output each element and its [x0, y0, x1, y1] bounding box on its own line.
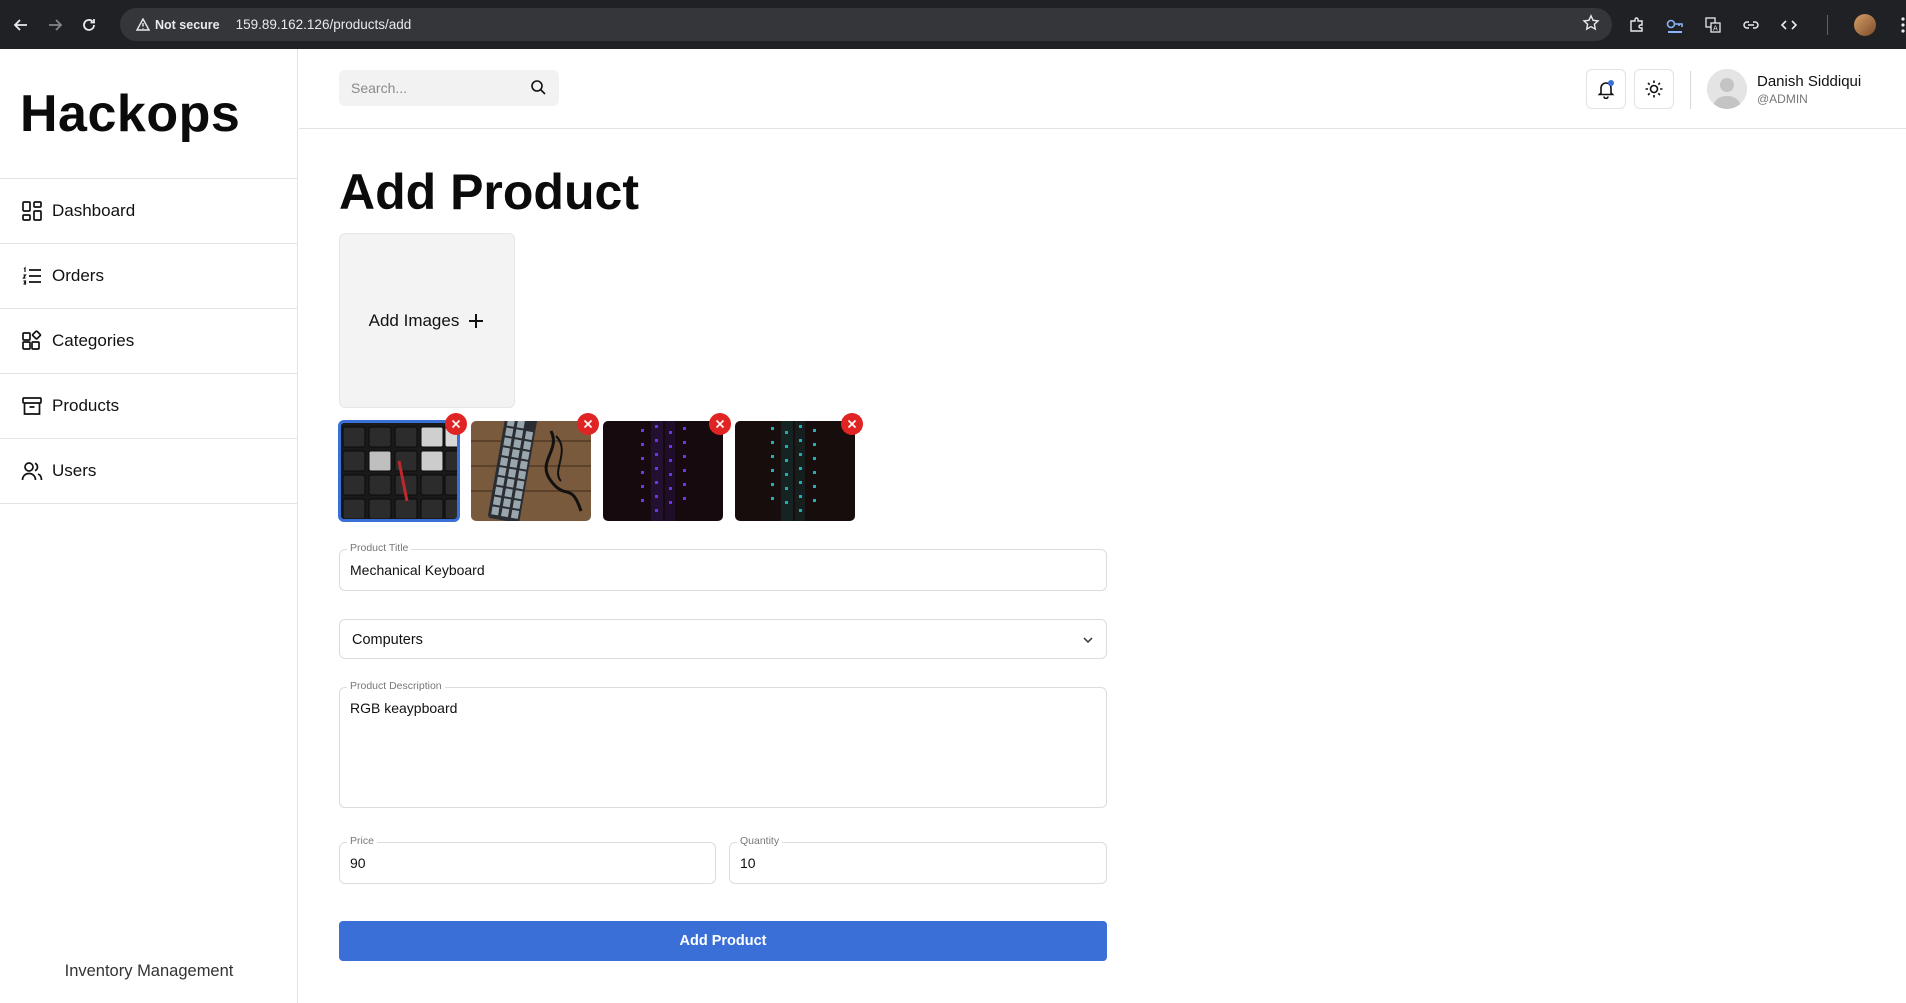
quantity-label: Quantity	[737, 835, 783, 847]
password-key-icon[interactable]	[1660, 8, 1690, 41]
sun-icon	[1645, 80, 1663, 98]
list-icon	[20, 264, 44, 288]
menu-kebab-icon[interactable]	[1888, 8, 1906, 41]
category-select[interactable]: Computers	[339, 619, 1107, 659]
user-role: @ADMIN	[1757, 91, 1808, 106]
quantity-field[interactable]: Quantity 10	[729, 835, 1107, 884]
sidebar-item-label: Categories	[52, 331, 135, 350]
user-menu[interactable]: Danish Siddiqui @ADMIN	[1707, 69, 1861, 109]
users-icon	[20, 459, 44, 483]
close-icon	[451, 419, 461, 429]
image-thumbnail[interactable]	[471, 413, 599, 521]
url-text: 159.89.162.126/products/add	[235, 17, 412, 32]
keyboard-image	[471, 421, 591, 521]
brand-logo[interactable]: Hackops	[0, 49, 297, 179]
avatar	[1707, 69, 1747, 109]
archive-box-icon	[20, 394, 44, 418]
quantity-value: 10	[740, 855, 756, 871]
remove-image-button[interactable]	[445, 413, 467, 435]
profile-avatar[interactable]	[1850, 8, 1880, 41]
extensions-puzzle-icon[interactable]	[1622, 8, 1652, 41]
warning-icon	[136, 18, 150, 31]
close-icon	[583, 419, 593, 429]
product-description-value: RGB keaypboard	[350, 700, 458, 716]
sidebar-footer: Inventory Management	[64, 962, 234, 980]
sidebar-item-categories[interactable]: Categories	[0, 309, 297, 374]
sidebar: Hackops Dashboard Orders Categories Prod…	[0, 49, 298, 1003]
product-title-label: Product Title	[347, 542, 412, 554]
product-title-value: Mechanical Keyboard	[350, 562, 485, 578]
browser-toolbar: Not secure 159.89.162.126/products/add A	[0, 0, 1906, 49]
header-divider	[1690, 71, 1691, 109]
dashboard-icon	[20, 199, 44, 223]
page-title: Add Product	[339, 164, 639, 220]
sidebar-item-label: Orders	[52, 266, 104, 285]
image-thumbnail[interactable]	[735, 413, 863, 521]
address-bar[interactable]: Not secure 159.89.162.126/products/add	[120, 8, 1612, 41]
link-icon[interactable]	[1736, 8, 1766, 41]
back-icon[interactable]	[4, 8, 38, 42]
add-product-button[interactable]: Add Product	[339, 921, 1107, 961]
remove-image-button[interactable]	[577, 413, 599, 435]
price-value: 90	[350, 855, 366, 871]
keyboard-image	[735, 421, 855, 521]
chevron-down-icon	[1082, 633, 1094, 651]
search-input[interactable]	[339, 80, 519, 96]
sidebar-item-label: Products	[52, 396, 120, 415]
sidebar-item-dashboard[interactable]: Dashboard	[0, 179, 297, 244]
notifications-button[interactable]	[1586, 69, 1626, 109]
reload-icon[interactable]	[72, 8, 106, 42]
price-label: Price	[347, 835, 377, 847]
top-header: Danish Siddiqui @ADMIN	[299, 49, 1906, 129]
theme-toggle-button[interactable]	[1634, 69, 1674, 109]
category-value: Computers	[352, 632, 423, 648]
image-thumbnail[interactable]	[603, 413, 731, 521]
sidebar-item-label: Dashboard	[52, 201, 136, 220]
svg-text:A: A	[1713, 24, 1718, 32]
close-icon	[847, 419, 857, 429]
keyboard-image	[338, 420, 460, 522]
remove-image-button[interactable]	[709, 413, 731, 435]
image-thumbnail[interactable]	[338, 413, 467, 522]
remove-image-button[interactable]	[841, 413, 863, 435]
user-name: Danish Siddiqui	[1757, 72, 1862, 90]
bell-icon	[1597, 80, 1615, 99]
search-bar	[339, 70, 559, 106]
categories-icon	[20, 329, 44, 353]
sidebar-item-label: Users	[52, 461, 97, 480]
plus-icon	[467, 308, 485, 334]
close-icon	[715, 419, 725, 429]
bookmark-star-icon[interactable]	[1582, 14, 1600, 37]
translate-icon[interactable]: A	[1698, 8, 1728, 41]
add-images-button[interactable]: Add Images	[339, 233, 515, 408]
image-thumbnails	[338, 413, 863, 522]
search-icon[interactable]	[530, 79, 547, 101]
sidebar-item-users[interactable]: Users	[0, 439, 297, 504]
forward-icon[interactable]	[38, 8, 72, 42]
add-images-label: Add Images	[368, 310, 460, 330]
divider	[1812, 8, 1842, 41]
product-title-field[interactable]: Product Title Mechanical Keyboard	[339, 542, 1107, 591]
extension-bar: A	[1622, 8, 1906, 41]
sidebar-item-orders[interactable]: Orders	[0, 244, 297, 309]
keyboard-image	[603, 421, 723, 521]
code-icon[interactable]	[1774, 8, 1804, 41]
not-secure-badge[interactable]: Not secure	[130, 13, 230, 37]
product-description-field[interactable]: Product Description RGB keaypboard	[339, 680, 1107, 808]
security-label: Not secure	[155, 17, 220, 32]
product-description-label: Product Description	[347, 680, 445, 692]
price-field[interactable]: Price 90	[339, 835, 716, 884]
sidebar-item-products[interactable]: Products	[0, 374, 297, 439]
